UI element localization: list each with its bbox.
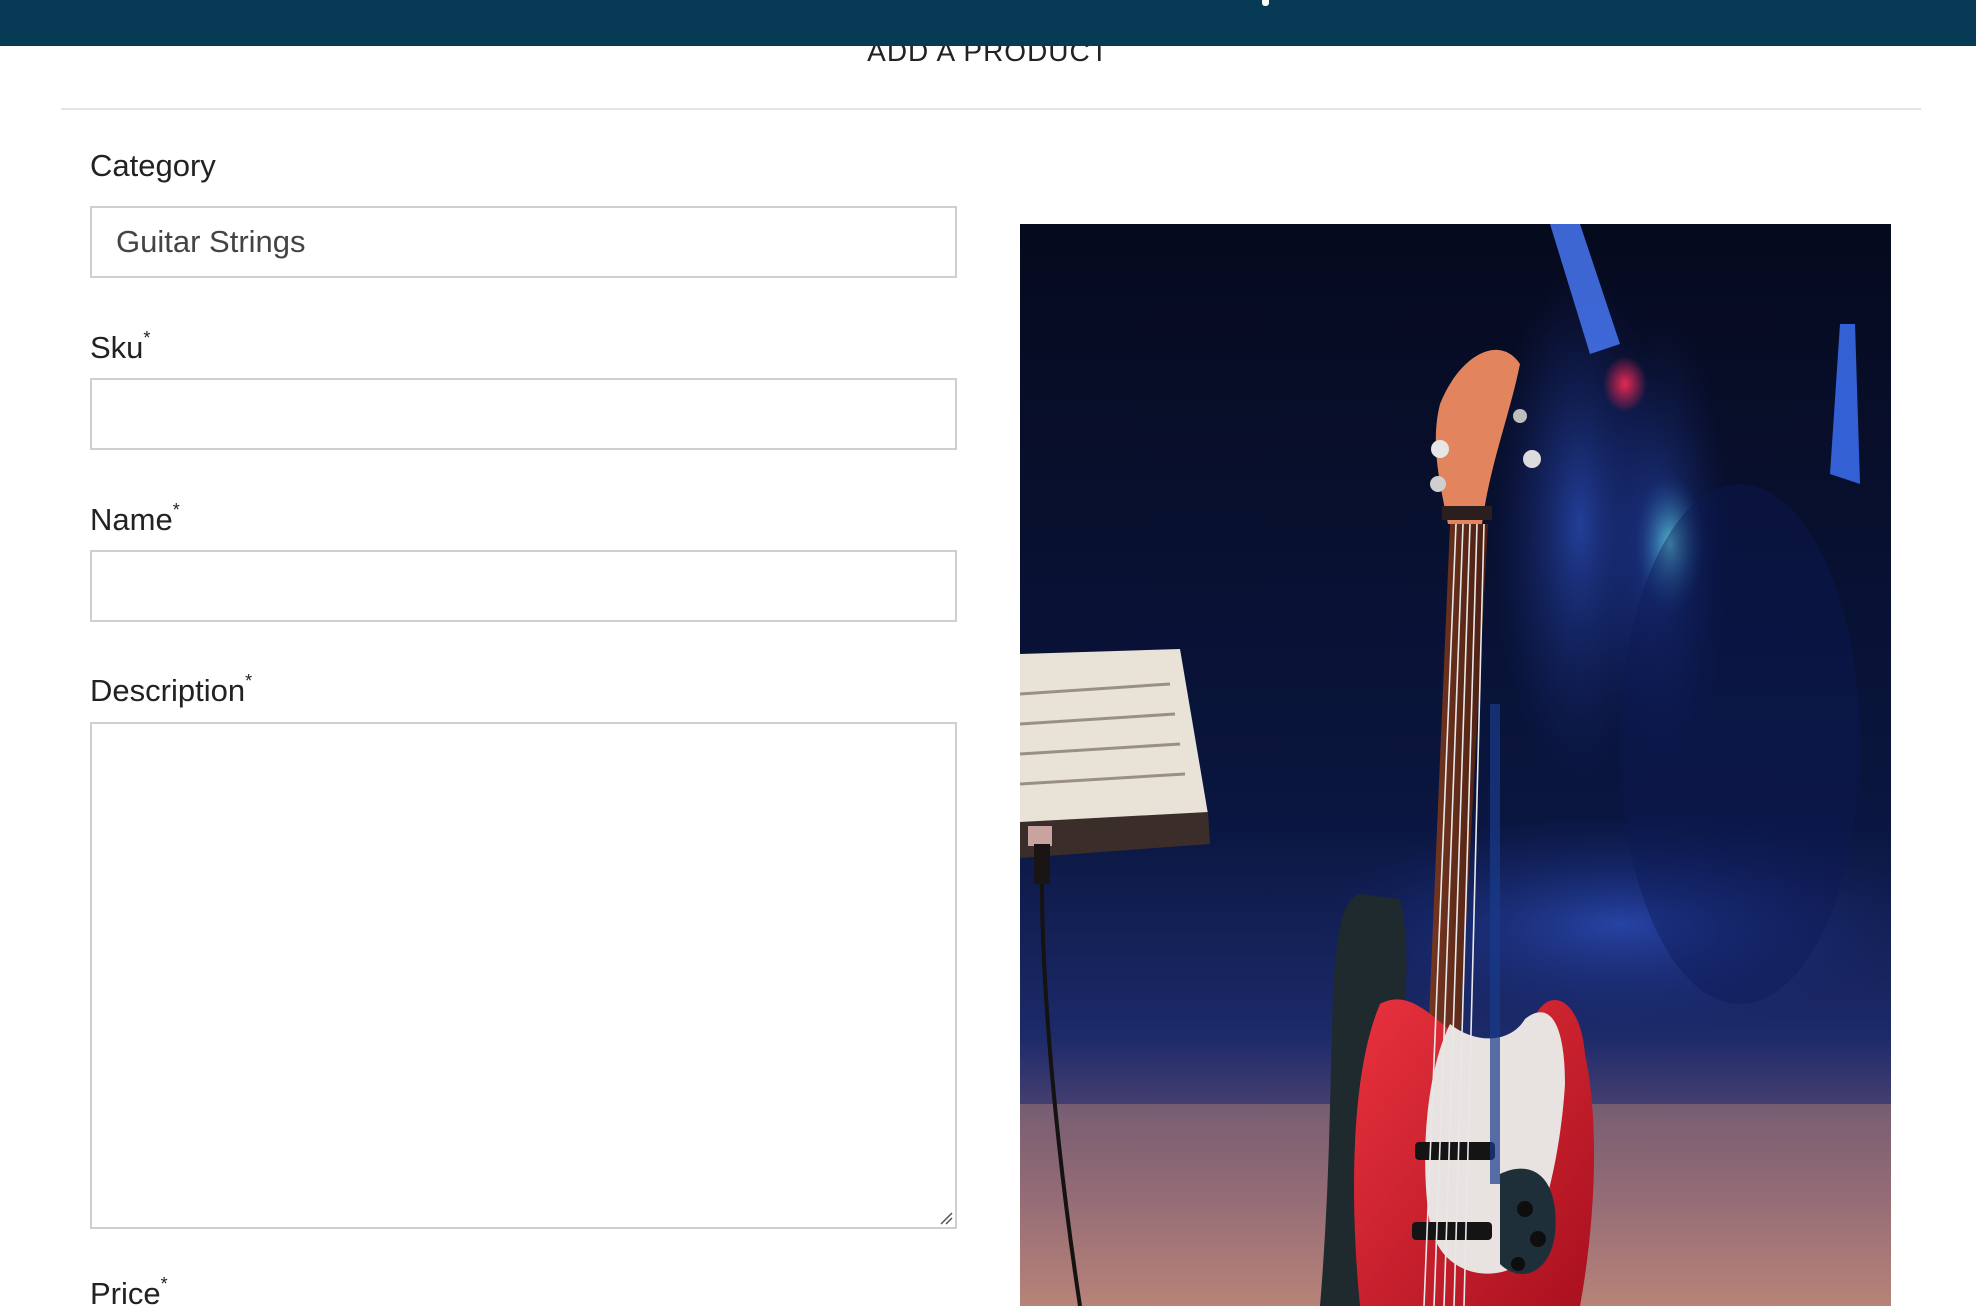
page-title: ADD A PRODUCT [867,46,1109,67]
bass-guitar-on-stage-image [1020,224,1891,1306]
product-photo [1020,224,1891,1306]
resize-grip-icon[interactable] [937,1209,953,1225]
description-label-text: Description [90,673,246,708]
header-divider [61,108,1921,110]
name-label: Name* [90,492,180,538]
category-label: Category [90,148,216,184]
nav-indicator [1262,0,1269,6]
category-select-value: Guitar Strings [116,224,306,259]
name-required-mark: * [172,500,180,520]
description-label: Description* [90,663,252,709]
sku-input[interactable] [90,378,957,450]
category-label-text: Category [90,148,216,183]
name-input[interactable] [90,550,957,622]
price-label: Price* [90,1266,168,1312]
top-navigation-bar [0,0,1976,46]
description-textarea[interactable] [90,722,957,1229]
sku-label-text: Sku [90,330,144,365]
name-label-text: Name [90,502,173,537]
price-required-mark: * [160,1274,168,1294]
category-select[interactable]: Guitar Strings [90,206,957,278]
sku-label: Sku* [90,320,150,366]
page-title-region: ADD A PRODUCT [0,46,1976,70]
description-required-mark: * [245,671,253,691]
sku-required-mark: * [143,328,151,348]
